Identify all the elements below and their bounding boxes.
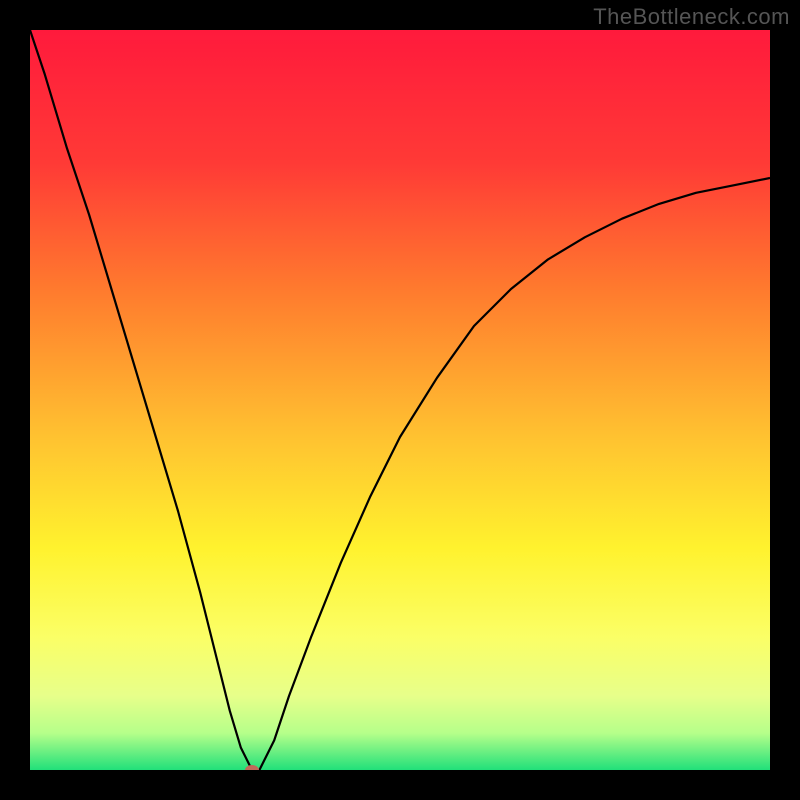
plot-svg [30, 30, 770, 770]
gradient-background [30, 30, 770, 770]
chart-frame: TheBottleneck.com [0, 0, 800, 800]
watermark-text: TheBottleneck.com [593, 4, 790, 30]
plot-area [30, 30, 770, 770]
